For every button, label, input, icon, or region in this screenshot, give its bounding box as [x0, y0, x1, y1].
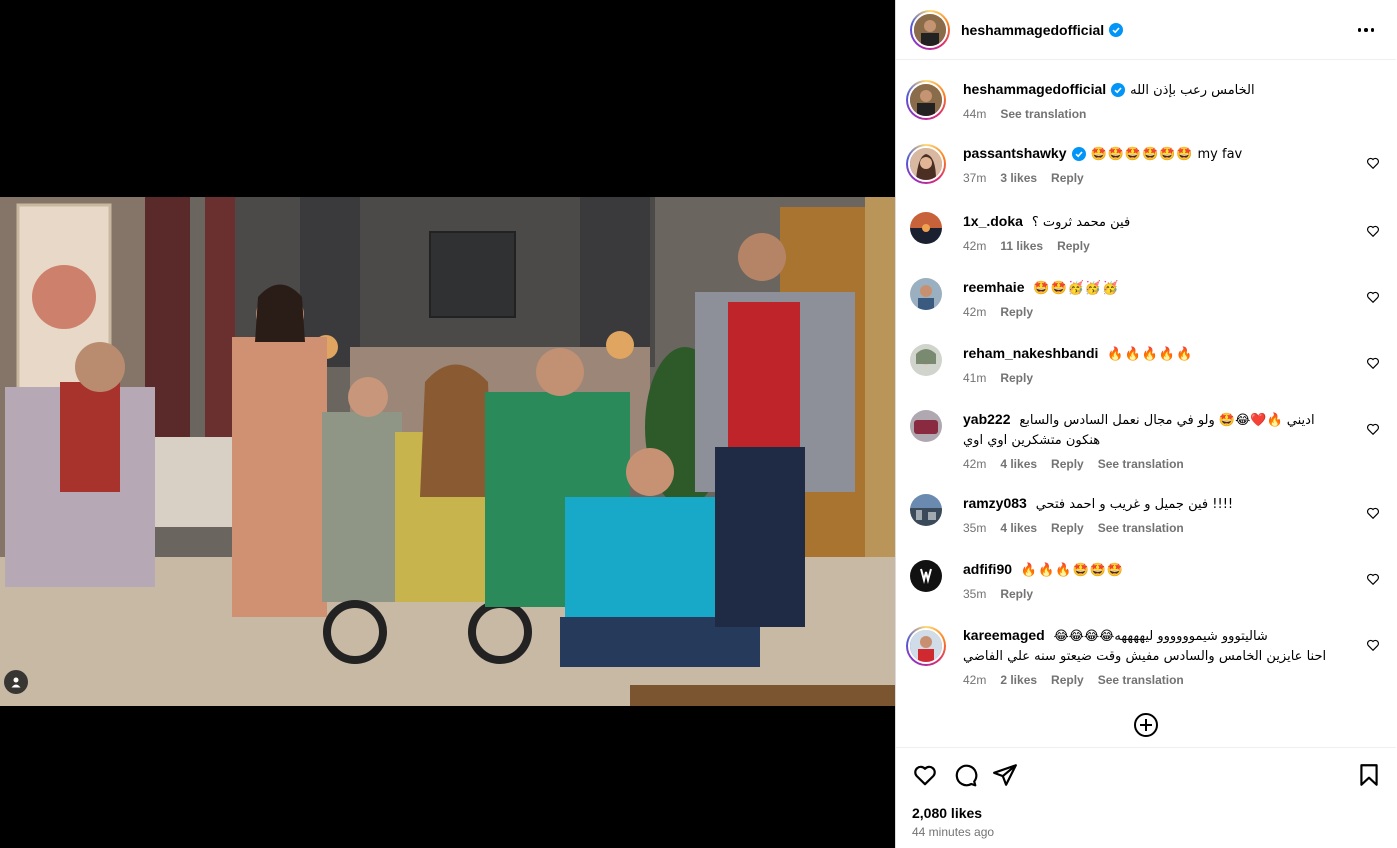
- comment-avatar[interactable]: [906, 626, 946, 666]
- comment-likes[interactable]: 11 likes: [1000, 239, 1043, 253]
- comment-likes[interactable]: 4 likes: [1000, 457, 1037, 471]
- comment-avatar[interactable]: [910, 410, 942, 442]
- comment-emoji: 🔥🔥🔥🔥🔥: [1107, 347, 1194, 362]
- comments-list: heshammagedofficial الخامس رعب بإذن الله …: [896, 60, 1396, 747]
- likes-count[interactable]: 2,080 likes: [912, 805, 982, 821]
- comment-likes[interactable]: 4 likes: [1000, 521, 1037, 535]
- see-translation-link[interactable]: See translation: [1098, 673, 1184, 687]
- comment-avatar[interactable]: [906, 144, 946, 184]
- comment-likes[interactable]: 3 likes: [1000, 171, 1037, 185]
- reply-button[interactable]: Reply: [1000, 587, 1033, 601]
- comment-text-line2: هنكون متشكرين اوي اوي: [963, 433, 1101, 448]
- comment-username[interactable]: passantshawky: [963, 145, 1067, 161]
- comment-avatar[interactable]: [910, 212, 942, 244]
- comment-likes[interactable]: 2 likes: [1000, 673, 1037, 687]
- comment-time[interactable]: 42m: [963, 239, 986, 253]
- plus-circle-icon[interactable]: [1133, 712, 1159, 738]
- comment-text: فين جميل و غريب و احمد فتحي !!!!: [1035, 497, 1234, 512]
- comment-text-line2: احنا عايزين الخامس والسادس مفيش وقت ضيعت…: [963, 649, 1327, 664]
- comment-avatar[interactable]: [910, 344, 942, 376]
- comment-text: فين محمد ثروت ؟: [1031, 215, 1131, 230]
- comment-emoji: 🤩🤩🤩🤩🤩🤩: [1090, 147, 1194, 162]
- reply-button[interactable]: Reply: [1057, 239, 1090, 253]
- comment-time[interactable]: 42m: [963, 457, 986, 471]
- comment-username[interactable]: yab222: [963, 411, 1010, 427]
- see-translation-link[interactable]: See translation: [1098, 521, 1184, 535]
- reply-button[interactable]: Reply: [1000, 371, 1033, 385]
- comment-text: 😂😂😂😂شاليتووو شيموووووو ليههههه: [1053, 629, 1268, 644]
- comment-heart-icon[interactable]: [1366, 224, 1380, 238]
- bookmark-icon[interactable]: [1356, 762, 1382, 788]
- comment-username[interactable]: adfifi90: [963, 561, 1012, 577]
- comment-emoji: 🔥🔥🔥🤩🤩🤩: [1020, 563, 1125, 578]
- author-username-text[interactable]: heshammagedofficial: [961, 22, 1104, 38]
- cast-photo-illustration: [0, 197, 895, 706]
- post-media: [0, 0, 895, 848]
- post-actions-bar: 2,080 likes 44 minutes ago: [896, 747, 1396, 848]
- comment-heart-icon[interactable]: [1366, 290, 1380, 304]
- comment-time[interactable]: 42m: [963, 673, 986, 687]
- comment-text: اديني 🔥❤️😂🤩 ولو في مجال نعمل السادس والس…: [1019, 413, 1315, 428]
- reply-button[interactable]: Reply: [1051, 521, 1084, 535]
- post-side-panel: heshammagedofficial heshammagedofficial ا…: [895, 0, 1397, 848]
- post-time[interactable]: 44 minutes ago: [912, 825, 994, 839]
- verified-badge-icon: [1111, 83, 1126, 98]
- more-options-icon[interactable]: [1354, 18, 1378, 42]
- comment-emoji: 🤩🤩🥳🥳🥳: [1033, 281, 1120, 296]
- reply-button[interactable]: Reply: [1051, 673, 1084, 687]
- verified-badge-icon: [1109, 22, 1124, 37]
- comment-time[interactable]: 37m: [963, 171, 986, 185]
- caption-text: الخامس رعب بإذن الله: [1130, 83, 1255, 98]
- author-avatar[interactable]: [910, 9, 950, 50]
- comment-heart-icon[interactable]: [1366, 156, 1380, 170]
- comment-heart-icon[interactable]: [1366, 572, 1380, 586]
- see-translation-link[interactable]: See translation: [1000, 107, 1086, 121]
- comment-time[interactable]: 41m: [963, 371, 986, 385]
- comment-username[interactable]: reham_nakeshbandi: [963, 345, 1098, 361]
- comment-time[interactable]: 35m: [963, 521, 986, 535]
- comment-heart-icon[interactable]: [1366, 638, 1380, 652]
- reply-button[interactable]: Reply: [1051, 457, 1084, 471]
- comment-icon[interactable]: [952, 762, 978, 788]
- caption-avatar[interactable]: [906, 80, 946, 120]
- comment-time[interactable]: 42m: [963, 305, 986, 319]
- verified-badge-icon: [1071, 147, 1086, 162]
- author-username[interactable]: heshammagedofficial: [961, 22, 1124, 38]
- comment-time[interactable]: 35m: [963, 587, 986, 601]
- comment-username[interactable]: ramzy083: [963, 495, 1027, 511]
- caption-time[interactable]: 44m: [963, 107, 986, 121]
- comment-avatar[interactable]: [910, 494, 942, 526]
- comment-avatar[interactable]: [910, 560, 942, 592]
- share-icon[interactable]: [992, 762, 1018, 788]
- comment-avatar[interactable]: [910, 278, 942, 310]
- post-header: heshammagedofficial: [896, 0, 1396, 60]
- comment-heart-icon[interactable]: [1366, 506, 1380, 520]
- comment-heart-icon[interactable]: [1366, 422, 1380, 436]
- comment-username[interactable]: 1x_.doka: [963, 213, 1023, 229]
- caption-username[interactable]: heshammagedofficial: [963, 81, 1106, 97]
- reply-button[interactable]: Reply: [1051, 171, 1084, 185]
- comment-text: my fav: [1197, 147, 1243, 162]
- heart-icon[interactable]: [912, 762, 938, 788]
- user-tag-icon[interactable]: [4, 670, 28, 694]
- post-photo[interactable]: [0, 197, 895, 706]
- comment-heart-icon[interactable]: [1366, 356, 1380, 370]
- reply-button[interactable]: Reply: [1000, 305, 1033, 319]
- comment-username[interactable]: reemhaie: [963, 279, 1024, 295]
- comment-username[interactable]: kareemaged: [963, 627, 1045, 643]
- see-translation-link[interactable]: See translation: [1098, 457, 1184, 471]
